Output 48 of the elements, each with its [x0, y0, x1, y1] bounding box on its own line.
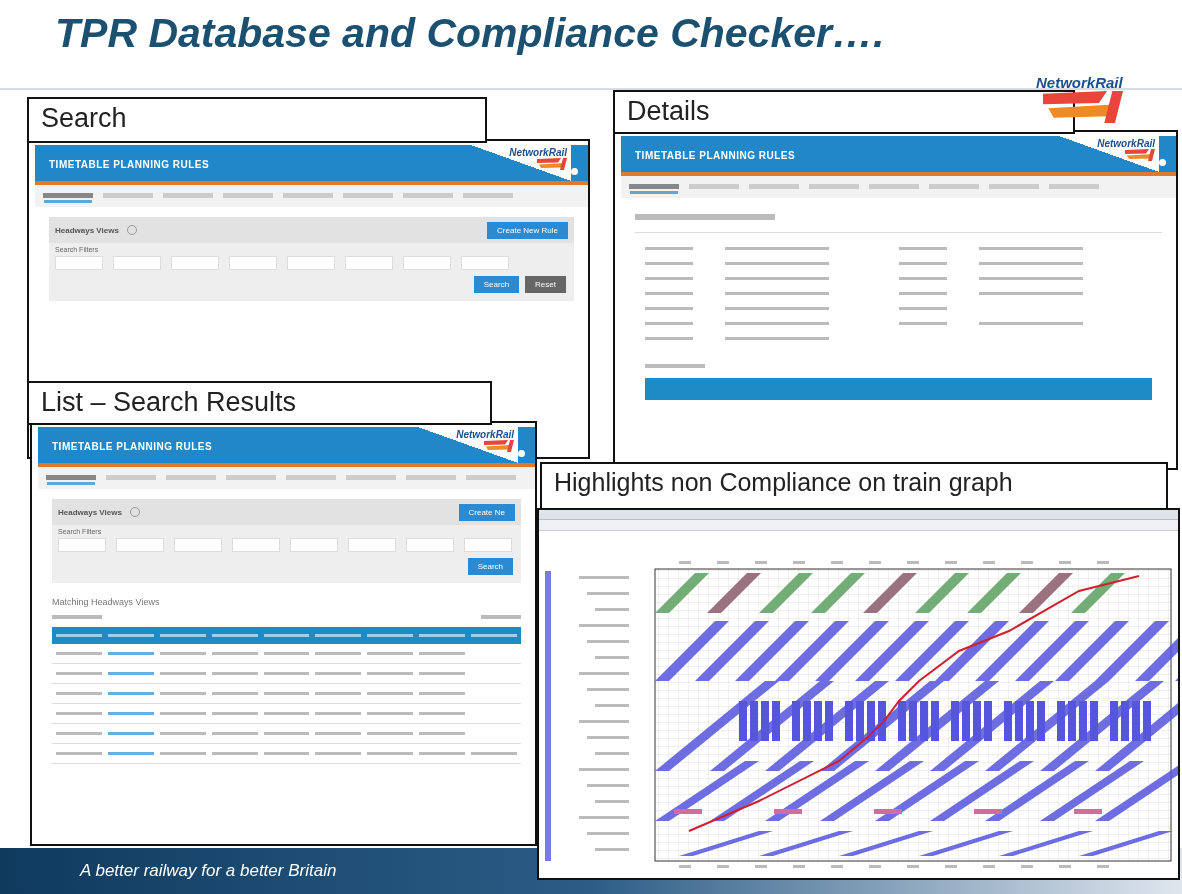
- input-field[interactable]: [348, 538, 396, 552]
- input-field[interactable]: [403, 256, 451, 270]
- input-field[interactable]: [171, 256, 219, 270]
- reset-button[interactable]: Reset: [525, 276, 566, 293]
- input-field[interactable]: [345, 256, 393, 270]
- results-heading: Matching Headways Views: [52, 597, 161, 607]
- user-icon[interactable]: [571, 168, 578, 175]
- search-button[interactable]: Search: [473, 276, 520, 293]
- caption-label: List – Search Results: [27, 381, 492, 425]
- app-title: TIMETABLE PLANNING RULES: [634, 149, 797, 163]
- caption-label: Highlights non Compliance on train graph: [540, 462, 1168, 510]
- input-field[interactable]: [406, 538, 454, 552]
- logo-text: NetworkRail: [1097, 138, 1155, 149]
- input-field[interactable]: [55, 256, 103, 270]
- logo-text: NetworkRail: [509, 147, 567, 158]
- input-field[interactable]: [116, 538, 164, 552]
- caption-label: Search: [27, 97, 487, 143]
- app-title: TIMETABLE PLANNING RULES: [48, 158, 211, 172]
- input-field[interactable]: [58, 538, 106, 552]
- stripes-icon: [484, 440, 514, 452]
- input-field[interactable]: [290, 538, 338, 552]
- create-rule-button[interactable]: Create New Rule: [487, 221, 568, 239]
- footer-slogan: A better railway for a better Britain: [78, 861, 337, 881]
- input-field[interactable]: [174, 538, 222, 552]
- scroll-bar[interactable]: [545, 571, 551, 861]
- input-field[interactable]: [113, 256, 161, 270]
- user-icon[interactable]: [1159, 159, 1166, 166]
- stripes-icon: [1042, 91, 1123, 123]
- search-button[interactable]: Search: [467, 558, 513, 575]
- input-field[interactable]: [232, 538, 280, 552]
- create-rule-button[interactable]: Create Ne: [458, 503, 515, 521]
- user-icon[interactable]: [518, 450, 525, 457]
- input-field[interactable]: [461, 256, 509, 270]
- section-title: Headways Views: [55, 225, 119, 235]
- stripes-icon: [1125, 149, 1155, 161]
- blurred-text: [481, 615, 521, 619]
- logo-text: NetworkRail: [1036, 74, 1123, 91]
- blurred-heading: [645, 364, 705, 368]
- input-field[interactable]: [287, 256, 335, 270]
- caption-label: Details: [613, 90, 1075, 134]
- stripes-icon: [537, 158, 567, 170]
- section-title: Headways Views: [58, 507, 122, 517]
- input-field[interactable]: [229, 256, 277, 270]
- input-field[interactable]: [464, 538, 512, 552]
- logo-text: NetworkRail: [456, 429, 514, 440]
- slide-title: TPR Database and Compliance Checker….: [55, 10, 885, 57]
- blurred-text: [52, 615, 102, 619]
- app-title: TIMETABLE PLANNING RULES: [51, 440, 214, 454]
